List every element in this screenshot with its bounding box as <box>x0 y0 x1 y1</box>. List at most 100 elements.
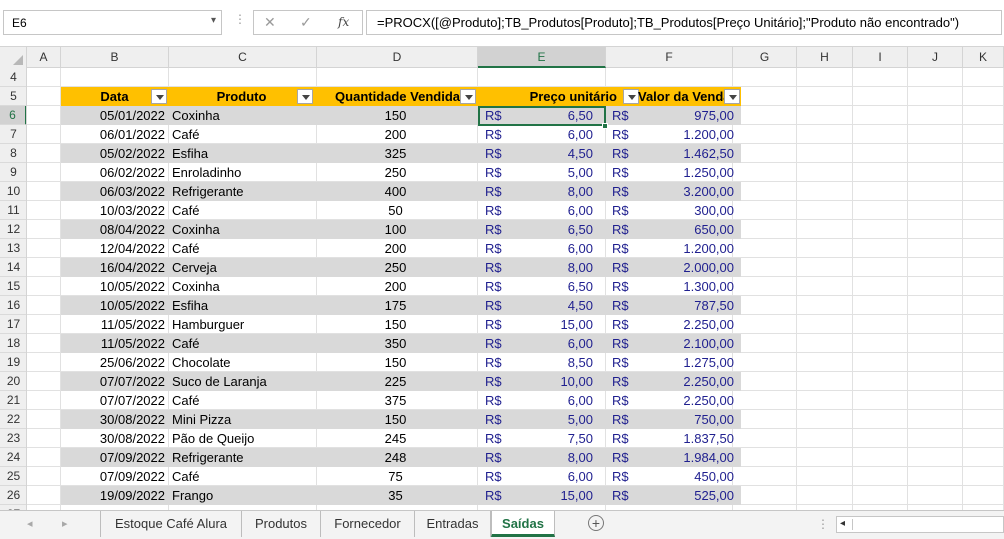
sheet-tab-saidas[interactable]: Saídas <box>491 511 555 537</box>
cell-total[interactable]: 450,00 <box>642 467 741 486</box>
cell-total[interactable]: 2.000,00 <box>642 258 741 277</box>
worksheet-grid[interactable]: Data Produto Quantidade Vendida Preço un… <box>27 68 1004 510</box>
cell-price[interactable]: 8,50 <box>515 353 600 372</box>
cell-price[interactable]: 6,00 <box>515 391 600 410</box>
cell-price[interactable]: 7,50 <box>515 429 600 448</box>
cell-total-currency[interactable]: R$ <box>612 467 642 486</box>
cell-total-currency[interactable]: R$ <box>612 448 642 467</box>
fill-handle[interactable] <box>602 123 608 129</box>
cell-total[interactable]: 975,00 <box>642 106 741 125</box>
next-sheet-icon[interactable]: ▸ <box>62 517 68 530</box>
filter-dropdown-icon[interactable] <box>623 89 639 104</box>
cell-date[interactable]: 10/05/2022 <box>61 277 168 296</box>
cell-total-currency[interactable]: R$ <box>612 334 642 353</box>
cell-quantity[interactable]: 200 <box>315 125 476 144</box>
cell-total[interactable]: 650,00 <box>642 220 741 239</box>
select-all-button[interactable] <box>0 47 27 68</box>
cell-total[interactable]: 3.200,00 <box>642 182 741 201</box>
cell-total-currency[interactable]: R$ <box>612 106 642 125</box>
cell-price[interactable]: 8,00 <box>515 258 600 277</box>
cell-product[interactable]: Esfiha <box>169 144 314 163</box>
cancel-icon[interactable]: ✕ <box>264 14 276 31</box>
cell-date[interactable]: 06/01/2022 <box>61 125 168 144</box>
cell-quantity[interactable]: 250 <box>315 258 476 277</box>
cell-product[interactable]: Refrigerante <box>169 182 314 201</box>
cell-total[interactable]: 525,00 <box>642 486 741 505</box>
cell-price[interactable]: 6,00 <box>515 467 600 486</box>
cell-price[interactable]: 6,00 <box>515 334 600 353</box>
cell-product[interactable]: Suco de Laranja <box>169 372 314 391</box>
filter-dropdown-icon[interactable] <box>460 89 476 104</box>
cell-total-currency[interactable]: R$ <box>612 220 642 239</box>
cell-price-currency[interactable]: R$ <box>485 277 515 296</box>
cell-date[interactable]: 07/07/2022 <box>61 372 168 391</box>
cell-total-currency[interactable]: R$ <box>612 353 642 372</box>
cell-price-currency[interactable]: R$ <box>485 486 515 505</box>
cell-total[interactable]: 2.250,00 <box>642 315 741 334</box>
cell-total-currency[interactable]: R$ <box>612 125 642 144</box>
column-header-a[interactable]: A <box>27 47 61 68</box>
cell-price[interactable]: 10,00 <box>515 372 600 391</box>
cell-quantity[interactable]: 75 <box>315 467 476 486</box>
cell-price[interactable]: 6,50 <box>515 277 600 296</box>
cell-price-currency[interactable]: R$ <box>485 144 515 163</box>
cell-quantity[interactable]: 400 <box>315 182 476 201</box>
row-header-7[interactable]: 7 <box>0 125 26 144</box>
column-header-i[interactable]: I <box>853 47 908 68</box>
row-header-11[interactable]: 11 <box>0 201 26 220</box>
column-header-k[interactable]: K <box>963 47 1004 68</box>
cell-total-currency[interactable]: R$ <box>612 486 642 505</box>
row-header-15[interactable]: 15 <box>0 277 26 296</box>
cell-quantity[interactable]: 250 <box>315 163 476 182</box>
cell-price[interactable]: 6,00 <box>515 201 600 220</box>
cell-price[interactable]: 6,00 <box>515 239 600 258</box>
cell-total-currency[interactable]: R$ <box>612 372 642 391</box>
column-header-j[interactable]: J <box>908 47 963 68</box>
formula-bar-resize-handle-icon[interactable]: ⋮ <box>234 12 246 26</box>
cell-total[interactable]: 2.100,00 <box>642 334 741 353</box>
cell-total-currency[interactable]: R$ <box>612 163 642 182</box>
cell-date[interactable]: 16/04/2022 <box>61 258 168 277</box>
cell-price[interactable]: 4,50 <box>515 296 600 315</box>
cell-quantity[interactable]: 375 <box>315 391 476 410</box>
cell-quantity[interactable]: 325 <box>315 144 476 163</box>
column-header-d[interactable]: D <box>317 47 478 68</box>
row-header-18[interactable]: 18 <box>0 334 26 353</box>
row-header-19[interactable]: 19 <box>0 353 26 372</box>
cell-price-currency[interactable]: R$ <box>485 182 515 201</box>
cell-quantity[interactable]: 150 <box>315 106 476 125</box>
add-sheet-icon[interactable]: + <box>588 515 604 531</box>
cell-price[interactable]: 5,00 <box>515 163 600 182</box>
cell-product[interactable]: Chocolate <box>169 353 314 372</box>
cell-price[interactable]: 8,00 <box>515 182 600 201</box>
cell-product[interactable]: Hamburguer <box>169 315 314 334</box>
cell-quantity[interactable]: 150 <box>315 353 476 372</box>
cell-total-currency[interactable]: R$ <box>612 391 642 410</box>
cell-price-currency[interactable]: R$ <box>485 296 515 315</box>
cell-quantity[interactable]: 150 <box>315 315 476 334</box>
cell-price-currency[interactable]: R$ <box>485 239 515 258</box>
cell-price[interactable]: 15,00 <box>515 486 600 505</box>
cell-date[interactable]: 06/02/2022 <box>61 163 168 182</box>
sheet-tab-produtos[interactable]: Produtos <box>241 511 320 537</box>
cell-price-currency[interactable]: R$ <box>485 220 515 239</box>
cell-quantity[interactable]: 245 <box>315 429 476 448</box>
cell-price-currency[interactable]: R$ <box>485 410 515 429</box>
enter-icon[interactable]: ✓ <box>300 14 312 31</box>
cell-product[interactable]: Café <box>169 334 314 353</box>
previous-sheet-icon[interactable]: ◂ <box>27 517 33 530</box>
cell-date[interactable]: 08/04/2022 <box>61 220 168 239</box>
row-header-13[interactable]: 13 <box>0 239 26 258</box>
cell-total[interactable]: 1.200,00 <box>642 239 741 258</box>
row-header-21[interactable]: 21 <box>0 391 26 410</box>
row-header-14[interactable]: 14 <box>0 258 26 277</box>
cell-price-currency[interactable]: R$ <box>485 429 515 448</box>
cell-total[interactable]: 1.300,00 <box>642 277 741 296</box>
cell-date[interactable]: 05/01/2022 <box>61 106 168 125</box>
cell-product[interactable]: Café <box>169 201 314 220</box>
row-header-23[interactable]: 23 <box>0 429 26 448</box>
cell-product[interactable]: Pão de Queijo <box>169 429 314 448</box>
cell-total[interactable]: 1.250,00 <box>642 163 741 182</box>
row-header-9[interactable]: 9 <box>0 163 26 182</box>
cell-price[interactable]: 5,00 <box>515 410 600 429</box>
